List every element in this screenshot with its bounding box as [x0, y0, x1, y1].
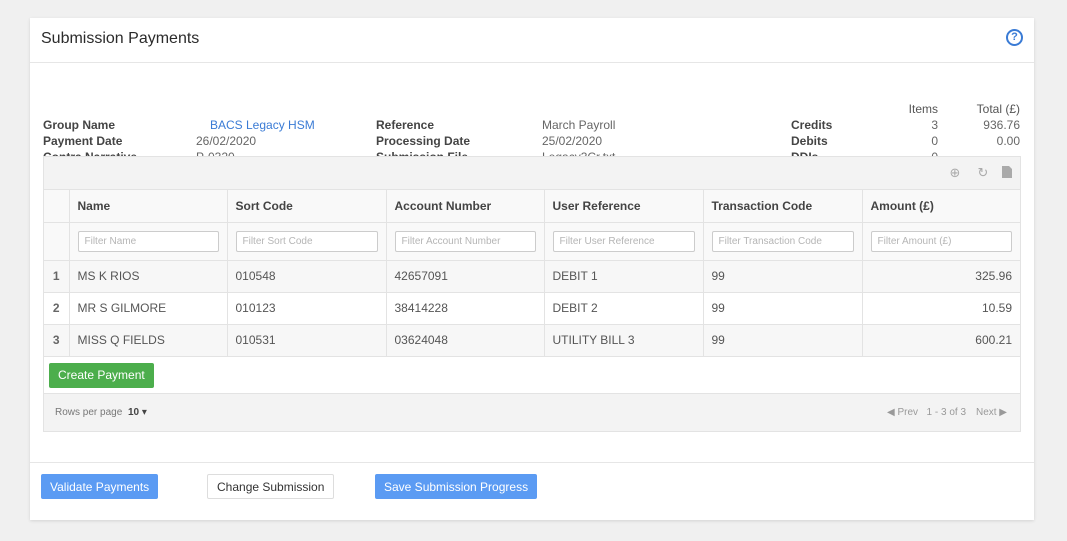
reference-value: March Payroll [542, 118, 616, 132]
processing-date-value: 25/02/2020 [542, 134, 603, 148]
create-payment-row: Create Payment [44, 357, 1020, 394]
payment-date-label: Payment Date [43, 134, 123, 148]
table-row[interactable]: 3 MISS Q FIELDS 010531 03624048 UTILITY … [44, 324, 1020, 357]
export-file-icon[interactable] [1000, 166, 1014, 180]
cell-user-reference: DEBIT 2 [544, 292, 704, 325]
cell-user-reference: UTILITY BILL 3 [544, 324, 704, 357]
cell-name: MS K RIOS [69, 260, 228, 293]
reference-label: Reference [376, 118, 435, 132]
row-number: 2 [44, 292, 70, 325]
change-submission-button[interactable]: Change Submission [207, 474, 335, 499]
col-header-sort-code[interactable]: Sort Code [227, 190, 387, 223]
refresh-icon[interactable]: ↻ [976, 166, 990, 180]
col-header-name[interactable]: Name [69, 190, 228, 223]
rows-per-page-select[interactable]: 10 ▾ [128, 407, 147, 418]
credits-total: 936.76 [983, 118, 1020, 132]
cell-amount: 600.21 [862, 324, 1020, 357]
filter-rownum [44, 222, 70, 261]
credits-label: Credits [791, 118, 833, 132]
filter-amount-input[interactable] [870, 230, 1012, 252]
submission-payments-card: Submission Payments ? Group Name BACS Le… [30, 18, 1034, 520]
next-page-button[interactable]: Next ▶ [976, 407, 1007, 418]
help-icon[interactable]: ? [1006, 29, 1023, 46]
card-header: Submission Payments ? [30, 18, 1034, 63]
prev-page-button[interactable]: ◀ Prev [887, 407, 918, 418]
add-circle-icon[interactable]: ⊕ [948, 166, 962, 180]
cell-sort-code: 010123 [227, 292, 387, 325]
cell-transaction-code: 99 [703, 292, 863, 325]
table-row[interactable]: 1 MS K RIOS 010548 42657091 DEBIT 1 99 3… [44, 260, 1020, 293]
save-submission-progress-button[interactable]: Save Submission Progress [375, 474, 538, 499]
grid-toolbar: ⊕ ↻ [44, 157, 1020, 190]
cell-amount: 10.59 [862, 292, 1020, 325]
items-header: Items [908, 102, 938, 116]
col-rownum [44, 190, 70, 223]
col-header-user-reference[interactable]: User Reference [544, 190, 704, 223]
debits-items: 0 [931, 134, 938, 148]
page-title: Submission Payments [41, 30, 200, 47]
payments-grid: ⊕ ↻ Name Sort Code Account Number User R… [43, 156, 1021, 432]
debits-label: Debits [791, 134, 828, 148]
cell-account-number: 03624048 [386, 324, 545, 357]
debits-total: 0.00 [996, 134, 1020, 148]
col-header-transaction-code[interactable]: Transaction Code [703, 190, 863, 223]
filter-sort-code-input[interactable] [235, 230, 378, 252]
cell-transaction-code: 99 [703, 260, 863, 293]
cell-sort-code: 010548 [227, 260, 387, 293]
cell-account-number: 42657091 [386, 260, 545, 293]
submission-summary: Group Name BACS Legacy HSM Payment Date … [30, 63, 1034, 164]
create-payment-button[interactable]: Create Payment [49, 362, 154, 388]
table-row[interactable]: 2 MR S GILMORE 010123 38414228 DEBIT 2 9… [44, 292, 1020, 325]
total-header: Total (£) [976, 102, 1020, 116]
filter-transaction-code-input[interactable] [711, 230, 854, 252]
cell-name: MISS Q FIELDS [69, 324, 228, 357]
card-footer: Validate Payments Change Submission Save… [30, 462, 1034, 520]
col-header-account-number[interactable]: Account Number [386, 190, 545, 223]
col-header-amount[interactable]: Amount (£) [862, 190, 1020, 223]
rows-per-page-label: Rows per page [55, 406, 123, 418]
cell-amount: 325.96 [862, 260, 1020, 293]
cell-user-reference: DEBIT 1 [544, 260, 704, 293]
credits-items: 3 [931, 118, 938, 132]
payment-date-value: 26/02/2020 [196, 134, 257, 148]
group-name-link[interactable]: BACS Legacy HSM [210, 118, 315, 132]
page-range: 1 - 3 of 3 [926, 406, 966, 418]
filter-account-number-input[interactable] [394, 230, 536, 252]
pagination-bar: Rows per page 10 ▾ ◀ Prev 1 - 3 of 3 Nex… [44, 393, 1020, 431]
processing-date-label: Processing Date [376, 134, 471, 148]
group-name-label: Group Name [43, 118, 116, 132]
payments-table: Name Sort Code Account Number User Refer… [44, 190, 1020, 357]
cell-account-number: 38414228 [386, 292, 545, 325]
cell-sort-code: 010531 [227, 324, 387, 357]
filter-user-reference-input[interactable] [552, 230, 695, 252]
cell-transaction-code: 99 [703, 324, 863, 357]
validate-payments-button[interactable]: Validate Payments [41, 474, 159, 499]
filter-name-input[interactable] [77, 230, 219, 252]
row-number: 3 [44, 324, 70, 357]
cell-name: MR S GILMORE [69, 292, 228, 325]
row-number: 1 [44, 260, 70, 293]
